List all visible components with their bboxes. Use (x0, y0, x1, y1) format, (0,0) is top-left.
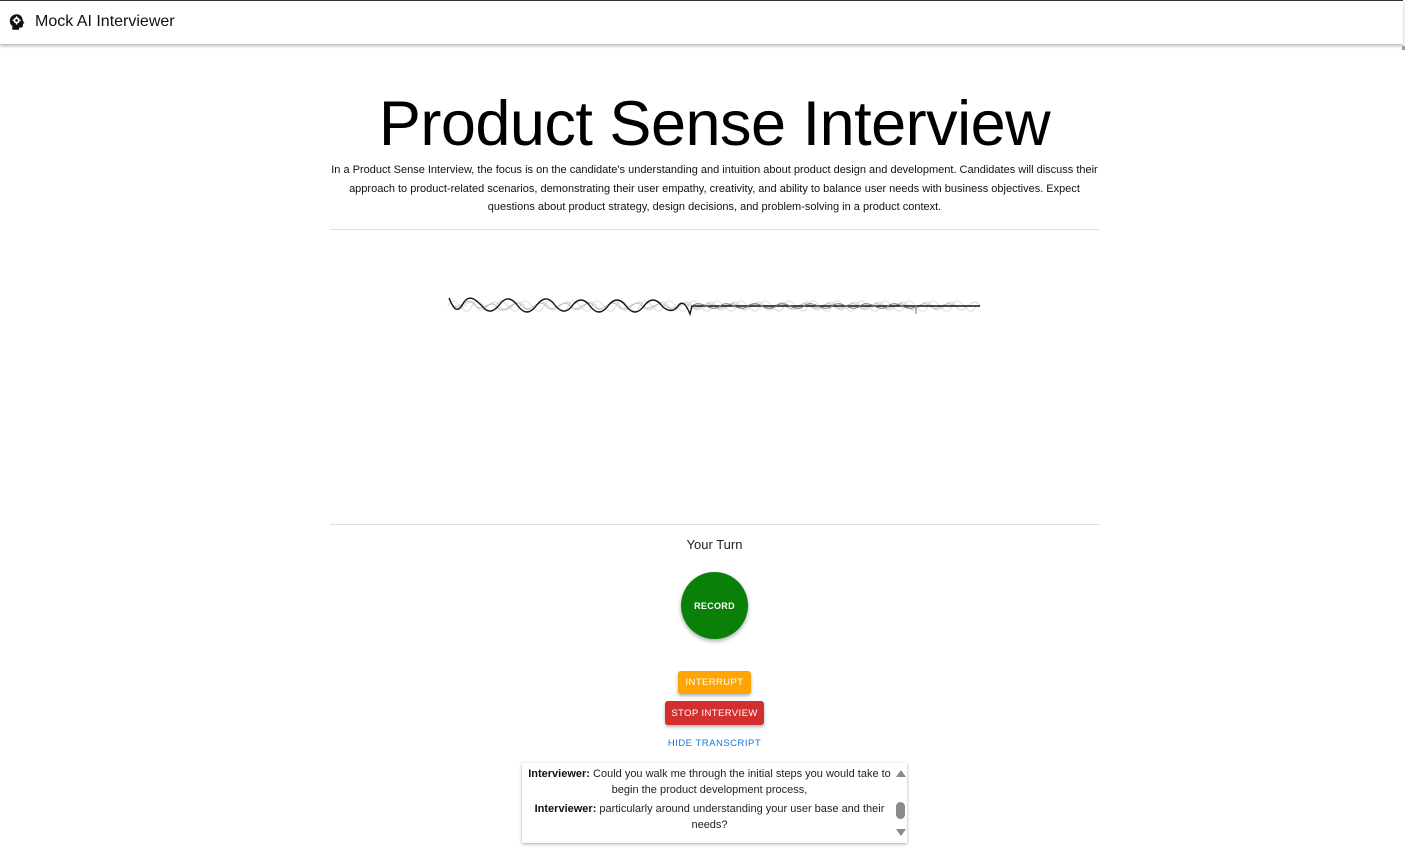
transcript-speaker: Interviewer: (528, 768, 590, 780)
transcript-speaker: Interviewer: (534, 803, 597, 815)
transcript-entry: Interviewer: Could you walk me through t… (526, 766, 893, 798)
app-bar: Mock AI Interviewer (0, 0, 1403, 44)
divider-bottom (330, 524, 1099, 525)
interview-description: In a Product Sense Interview, the focus … (331, 164, 1098, 213)
transcript-scrollbar[interactable] (893, 763, 907, 843)
transcript-entries: Interviewer: Could you walk me through t… (526, 766, 893, 836)
page-title: Product Sense Interview (378, 89, 1051, 159)
transcript-entry: Interviewer: particularly around underst… (526, 801, 893, 833)
transcript-panel: Interviewer: Could you walk me through t… (522, 763, 907, 843)
transcript-text: particularly around understanding your u… (599, 803, 885, 831)
interrupt-button[interactable]: INTERRUPT (678, 671, 751, 694)
audio-waveform (447, 297, 981, 317)
record-button[interactable]: RECORD (681, 572, 748, 639)
app-title: Mock AI Interviewer (35, 13, 175, 30)
scroll-up-arrow-icon[interactable] (896, 770, 906, 777)
stop-interview-button[interactable]: STOP INTERVIEW (665, 701, 764, 725)
hide-transcript-link[interactable]: HIDE TRANSCRIPT (330, 738, 1099, 749)
turn-status: Your Turn (686, 537, 743, 552)
scroll-down-arrow-icon[interactable] (896, 829, 906, 836)
transcript-text: Could you walk me through the initial st… (593, 768, 891, 796)
scroll-thumb[interactable] (896, 802, 905, 819)
brain-head-icon (9, 14, 25, 30)
divider-top (330, 229, 1099, 230)
